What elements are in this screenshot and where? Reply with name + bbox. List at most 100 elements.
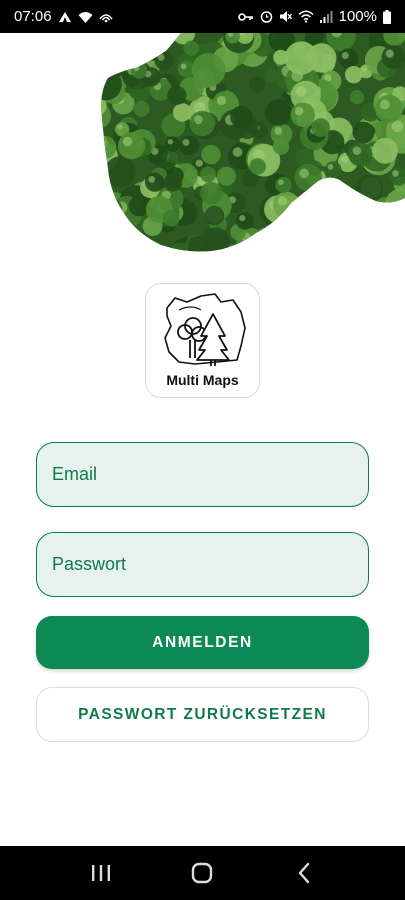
tree-crown <box>316 194 335 213</box>
hotspot-icon <box>98 11 113 23</box>
status-bar: 07:06 100% <box>0 0 405 33</box>
tree-crown <box>329 186 363 220</box>
tree-highlight <box>385 49 394 58</box>
tree-crown <box>101 33 122 57</box>
app-logo: Multi Maps <box>145 283 260 398</box>
recents-icon <box>91 865 110 881</box>
tree-crown <box>255 227 275 247</box>
tree-crown <box>303 204 322 223</box>
tree-highlight <box>361 66 367 72</box>
tree-crown <box>201 145 221 165</box>
tree-highlight <box>148 175 156 183</box>
tree-map-logo-icon <box>163 293 246 366</box>
tree-highlight <box>116 36 125 45</box>
tree-highlight <box>96 56 101 63</box>
tree-crown <box>133 248 149 252</box>
tree-highlight <box>258 231 266 238</box>
tree-highlight <box>392 170 399 177</box>
tree-crown <box>286 241 303 252</box>
tree-crown <box>236 211 254 230</box>
email-field[interactable] <box>36 442 369 507</box>
tree-highlight <box>122 136 133 147</box>
mute-icon <box>279 10 292 23</box>
tree-crown <box>375 94 404 123</box>
home-button[interactable] <box>180 851 224 895</box>
tree-crown <box>249 158 266 175</box>
tree-highlight <box>249 256 254 261</box>
tree-highlight <box>101 73 107 86</box>
tree-crown <box>353 210 370 227</box>
tree-crown <box>377 206 400 229</box>
tree-crown <box>296 238 314 252</box>
tree-crown <box>191 53 226 87</box>
battery-percent: 100% <box>338 8 377 25</box>
status-time: 07:06 <box>14 8 52 25</box>
tree-crown <box>200 166 216 183</box>
login-button[interactable]: ANMELDEN <box>36 616 369 669</box>
tree-crown <box>302 241 329 252</box>
back-button[interactable] <box>282 851 326 895</box>
tree-crown <box>249 76 266 93</box>
tree-highlight <box>277 196 288 206</box>
tree-crown <box>187 236 210 252</box>
battery-icon <box>383 9 391 24</box>
tree-crown <box>130 62 148 79</box>
tree-crown <box>104 156 136 188</box>
tree-highlight <box>380 99 390 110</box>
key-icon <box>237 12 254 22</box>
tree-highlight <box>274 127 283 135</box>
password-field[interactable] <box>36 532 369 597</box>
app-logo-text: Multi Maps <box>166 372 239 388</box>
tree-highlight <box>133 65 140 71</box>
alarm-icon <box>260 10 273 23</box>
tree-highlight <box>195 159 203 167</box>
email-input[interactable] <box>52 443 368 506</box>
reset-password-button[interactable]: PASSWORT ZURÜCKSETZEN <box>36 687 369 742</box>
tree-crown <box>117 56 133 71</box>
tree-crown <box>204 205 225 226</box>
tree-highlight <box>289 243 296 250</box>
tree-crown <box>200 181 223 205</box>
tree-highlight <box>232 147 243 157</box>
recents-button[interactable] <box>79 851 123 895</box>
wifi-icon <box>298 10 314 23</box>
tree-crown <box>101 33 125 58</box>
tree-crown <box>119 33 137 46</box>
tree-highlight <box>157 54 165 61</box>
tree-crown <box>293 236 310 252</box>
tree-crown <box>264 68 280 84</box>
home-icon <box>192 862 213 884</box>
password-input[interactable] <box>52 533 368 596</box>
tree-crown <box>331 253 347 263</box>
tree-crown <box>246 253 260 263</box>
tree-crown <box>145 172 165 192</box>
tree-highlight <box>122 33 129 37</box>
tree-highlight <box>117 124 123 130</box>
tree-highlight <box>352 146 361 155</box>
tree-crown <box>354 211 377 234</box>
tree-crown <box>340 191 368 219</box>
tree-crown <box>216 166 236 186</box>
tree-highlight <box>101 33 107 41</box>
tree-crown <box>348 142 373 167</box>
tree-crown <box>133 33 161 47</box>
tree-crown <box>324 161 342 178</box>
tree-highlight <box>327 164 334 170</box>
tree-crown <box>322 242 349 252</box>
tree-crown <box>101 197 123 222</box>
tree-crown <box>311 118 330 137</box>
tree-crown <box>163 173 183 192</box>
tree-crown <box>105 33 138 63</box>
signal-icon <box>319 10 333 23</box>
tree-crown <box>303 234 328 252</box>
tree-crown <box>112 33 135 56</box>
tree-highlight <box>299 168 309 179</box>
tree-highlight <box>194 115 203 125</box>
tree-highlight <box>120 59 126 65</box>
tree-highlight <box>96 99 97 106</box>
tree-crown <box>381 45 405 69</box>
tree-highlight <box>278 179 284 186</box>
tree-highlight <box>239 215 246 222</box>
tree-crown <box>328 236 344 252</box>
tree-crown <box>272 138 290 155</box>
